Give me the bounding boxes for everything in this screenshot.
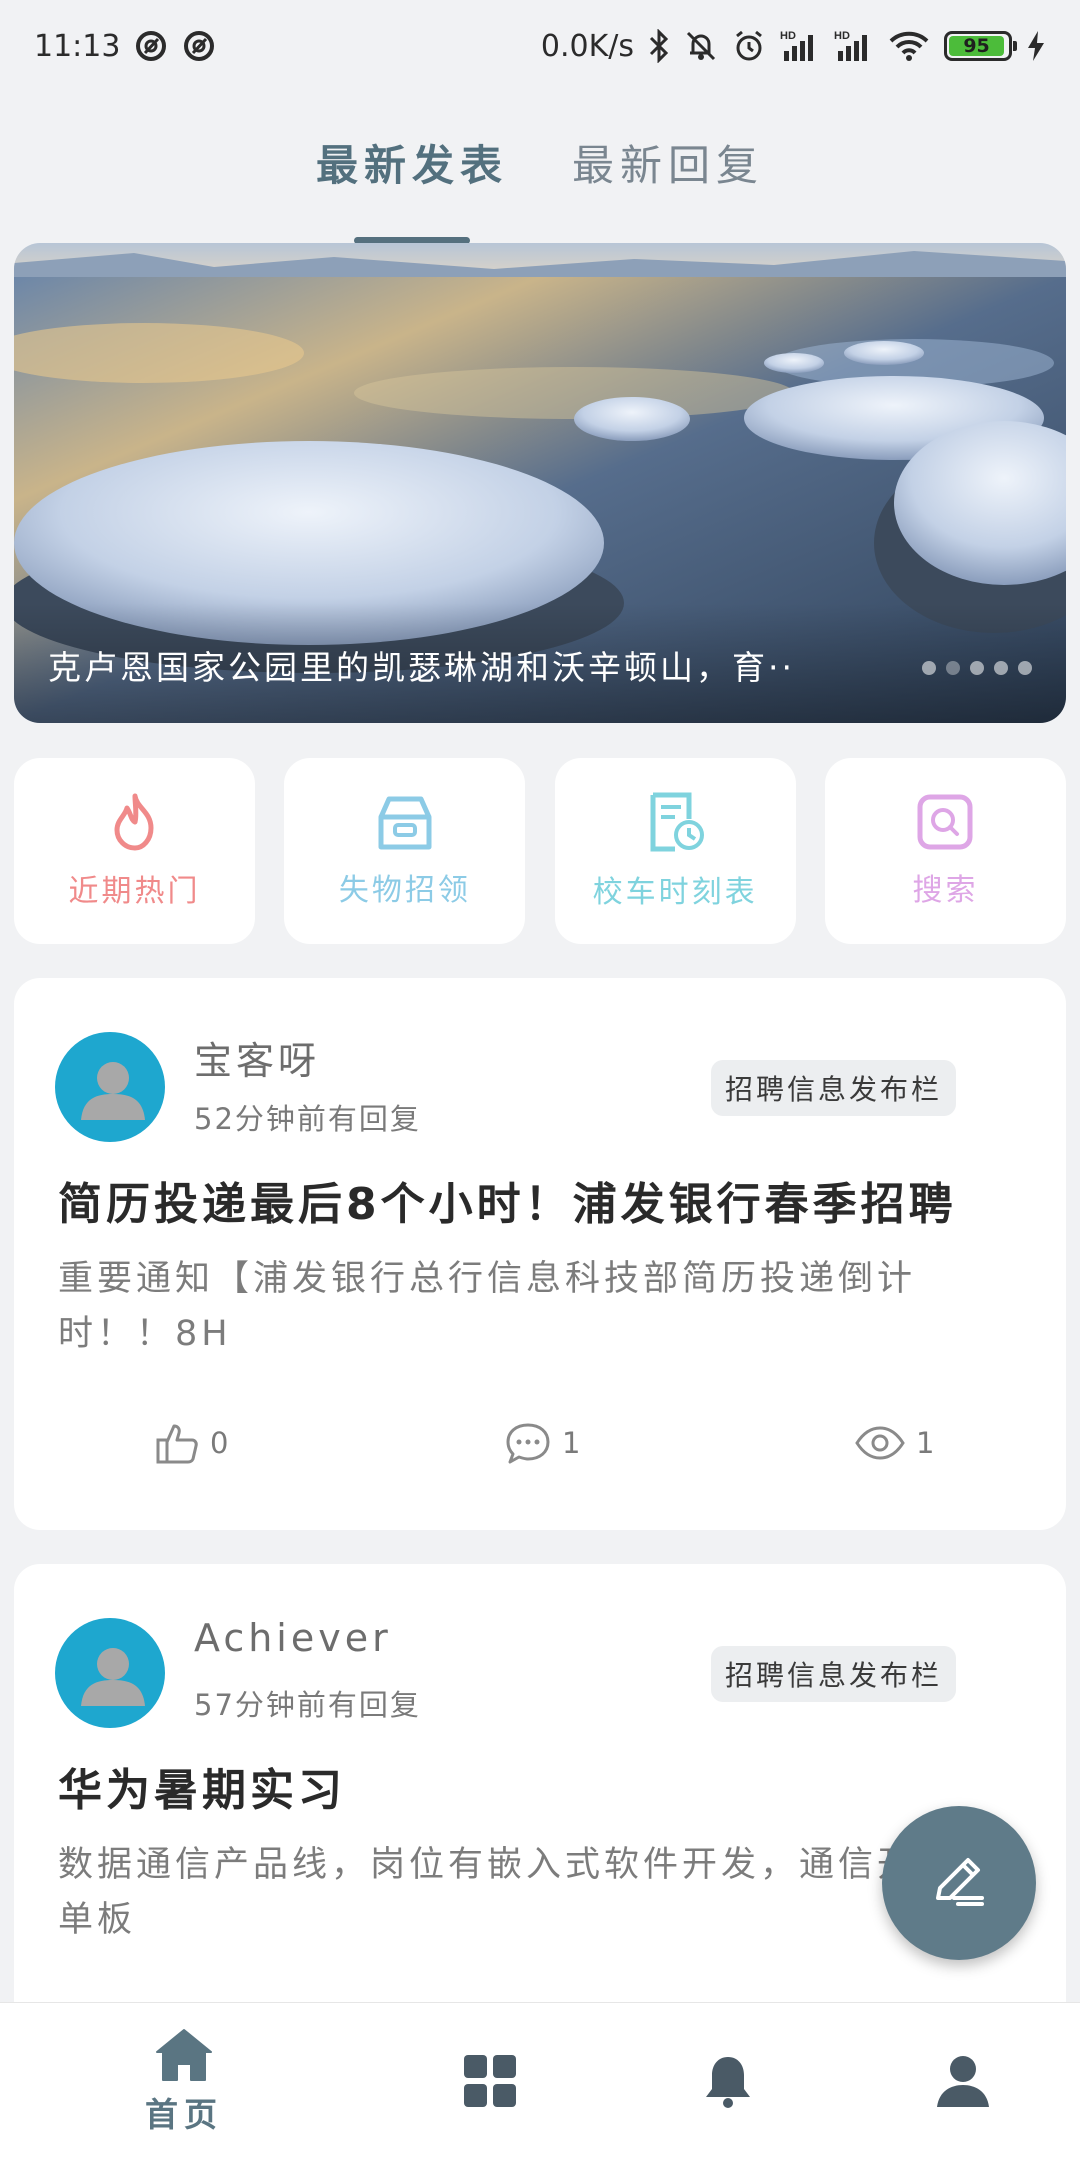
author-name[interactable]: Achiever <box>194 1616 392 1660</box>
nav-home[interactable]: 首页 <box>84 2003 284 2158</box>
nav-categories[interactable] <box>390 2003 590 2158</box>
like-button[interactable]: 0 <box>154 1420 228 1466</box>
tab-latest-posts-label: 最新发表 <box>315 141 508 190</box>
home-icon <box>156 2029 212 2081</box>
reply-time: 52分钟前有回复 <box>194 1102 421 1136</box>
post-title[interactable]: 简历投递最后8个小时！浦发银行春季招聘 <box>58 1168 1038 1232</box>
status-left: 11:13 <box>34 29 216 64</box>
quick-action-bus-schedule-label: 校车时刻表 <box>592 875 758 910</box>
bottom-nav: 首页 <box>0 2002 1080 2158</box>
hd-label: HD <box>834 30 850 42</box>
quick-actions: 近期热门 失物招领 校车时刻表 搜索 <box>14 758 1066 944</box>
nav-profile[interactable] <box>863 2003 1063 2158</box>
bluetooth-icon <box>648 29 670 63</box>
status-right: 0.0K/s HD HD 95 <box>541 29 1046 64</box>
carousel-dot[interactable] <box>994 661 1008 675</box>
hd-label: HD <box>780 30 796 42</box>
quick-action-hot[interactable]: 近期热门 <box>14 758 255 944</box>
post-actions: 0 1 1 <box>14 1420 1066 1490</box>
carousel-dot[interactable] <box>922 661 936 675</box>
battery-icon: 95 <box>944 31 1017 61</box>
banner-carousel[interactable]: 克卢恩国家公园里的凯瑟琳湖和沃辛顿山，育·· <box>14 243 1066 723</box>
nav-notifications[interactable] <box>628 2003 828 2158</box>
quick-action-lost-found-label: 失物招领 <box>338 873 471 908</box>
flame-icon <box>114 793 153 851</box>
post-excerpt: 重要通知【浦发银行总行信息科技部简历投递倒计时！！8H <box>58 1259 917 1354</box>
comment-count: 1 <box>562 1426 581 1460</box>
carousel-dots <box>922 661 1032 675</box>
status-bar: 11:13 0.0K/s HD HD 95 <box>0 0 1080 92</box>
default-avatar-icon <box>81 1062 145 1120</box>
reply-time: 57分钟前有回复 <box>194 1688 421 1722</box>
at-icon <box>134 29 168 63</box>
tab-latest-replies-label: 最新回复 <box>572 141 765 190</box>
tab-latest-replies[interactable]: 最新回复 <box>570 128 766 218</box>
top-tabs: 最新发表 最新回复 <box>0 128 1080 244</box>
quick-action-lost-found[interactable]: 失物招领 <box>284 758 526 944</box>
bell-icon <box>706 2057 750 2108</box>
carousel-dot-active[interactable] <box>946 661 960 675</box>
author-name[interactable]: 宝客呀 <box>194 1030 320 1085</box>
post-card[interactable]: 宝客呀 52分钟前有回复 招聘信息发布栏 简历投递最后8个小时！浦发银行春季招聘… <box>14 978 1066 1530</box>
carousel-dot[interactable] <box>970 661 984 675</box>
eye-icon <box>855 1426 905 1460</box>
quick-action-bus-schedule[interactable]: 校车时刻表 <box>554 758 796 944</box>
edit-pencil-icon <box>936 1858 984 1906</box>
user-icon <box>937 2056 989 2107</box>
mute-icon <box>684 29 718 63</box>
category-badge[interactable]: 招聘信息发布栏 <box>710 1060 956 1116</box>
status-time: 11:13 <box>34 28 121 64</box>
quick-action-hot-label: 近期热门 <box>68 874 201 909</box>
default-avatar-icon <box>81 1648 145 1706</box>
grid-icon <box>464 2055 516 2107</box>
app-screen: 11:13 0.0K/s HD HD 95 最新发表 最新回复 克卢恩国家公园里… <box>0 0 1080 2158</box>
nav-home-label: 首页 <box>145 2095 223 2134</box>
avatar[interactable] <box>55 1032 165 1142</box>
signal-icon: HD <box>834 29 874 63</box>
category-badge[interactable]: 招聘信息发布栏 <box>710 1646 956 1702</box>
tab-latest-posts[interactable]: 最新发表 <box>314 128 510 244</box>
comment-button[interactable]: 1 <box>504 1420 580 1466</box>
post-excerpt: 数据通信产品线，岗位有嵌入式软件开发，通信开发，单板 <box>58 1845 995 1940</box>
thumbs-up-icon <box>156 1424 198 1464</box>
bus-schedule-icon <box>650 792 705 852</box>
at-icon <box>182 29 216 63</box>
carousel-dot[interactable] <box>1018 661 1032 675</box>
view-count-display: 1 <box>854 1420 934 1466</box>
new-post-button[interactable] <box>882 1806 1036 1960</box>
signal-icon: HD <box>780 29 820 63</box>
lost-found-box-icon <box>378 796 432 850</box>
comment-bubble-icon <box>506 1423 550 1464</box>
wifi-icon <box>888 29 930 63</box>
net-speed: 0.0K/s <box>540 28 634 64</box>
view-count: 1 <box>916 1426 935 1460</box>
post-title[interactable]: 华为暑期实习 <box>58 1754 1038 1818</box>
avatar[interactable] <box>55 1618 165 1728</box>
quick-action-search-label: 搜索 <box>912 873 979 908</box>
search-icon <box>917 794 973 850</box>
charging-icon <box>1026 29 1046 63</box>
quick-action-search[interactable]: 搜索 <box>824 758 1066 944</box>
like-count: 0 <box>210 1426 229 1460</box>
alarm-icon <box>732 29 766 63</box>
banner-caption: 克卢恩国家公园里的凯瑟琳湖和沃辛顿山，育·· <box>48 648 795 687</box>
battery-level: 95 <box>949 35 1005 57</box>
